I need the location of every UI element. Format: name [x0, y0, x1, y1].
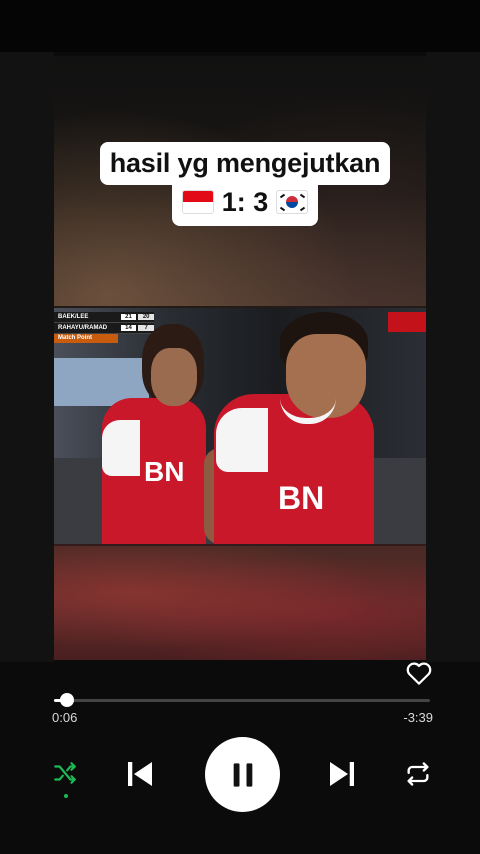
progress-thumb[interactable] [60, 693, 75, 707]
video-frame[interactable]: BAEK/LEE 21 20 RAHAYU/RAMAD 14 7 Match P… [54, 308, 426, 544]
caption-line-2: 1: 3 [172, 181, 318, 226]
caption-line-1: hasil yg mengejutkan [99, 142, 391, 185]
background-panel-right [426, 52, 480, 662]
repeat-icon[interactable] [404, 760, 432, 788]
indonesia-flag-icon [182, 190, 215, 214]
heart-outline-icon[interactable] [404, 658, 434, 688]
score-overlay: BAEK/LEE 21 20 RAHAYU/RAMAD 14 7 Match P… [54, 312, 154, 344]
post-caption: hasil yg mengejutkan 1: 3 [99, 142, 391, 226]
south-korea-flag-icon [275, 190, 308, 214]
player-2-jersey-text: BN [278, 480, 325, 516]
broadcaster-logo [388, 312, 426, 332]
elapsed-time: 0:06 [52, 710, 78, 725]
background-panel-left [0, 52, 54, 662]
match-point-badge: Match Point [54, 334, 118, 343]
score-row: RAHAYU/RAMAD 14 7 [54, 323, 154, 334]
remaining-time: -3:39 [403, 710, 433, 725]
media-card[interactable]: hasil yg mengejutkan 1: 3 BAEK/LEE 21 20 [54, 56, 426, 660]
caption-score: 1: 3 [221, 187, 269, 217]
player-1-jersey-text: BN [144, 456, 185, 487]
player-2-sleeve [216, 408, 268, 472]
skip-next-icon[interactable] [326, 758, 358, 790]
status-bar-area [0, 0, 480, 52]
media-bottom-blur [54, 546, 426, 660]
player-1-face [151, 348, 197, 406]
skip-previous-icon[interactable] [124, 758, 156, 790]
pause-button[interactable] [205, 737, 280, 812]
pause-icon [233, 762, 252, 787]
shuffle-active-dot [64, 794, 68, 798]
score-row: BAEK/LEE 21 20 [54, 312, 154, 323]
playback-progress-bar[interactable] [54, 693, 430, 707]
player-1-sleeve [102, 420, 140, 476]
shuffle-icon[interactable] [52, 760, 78, 786]
